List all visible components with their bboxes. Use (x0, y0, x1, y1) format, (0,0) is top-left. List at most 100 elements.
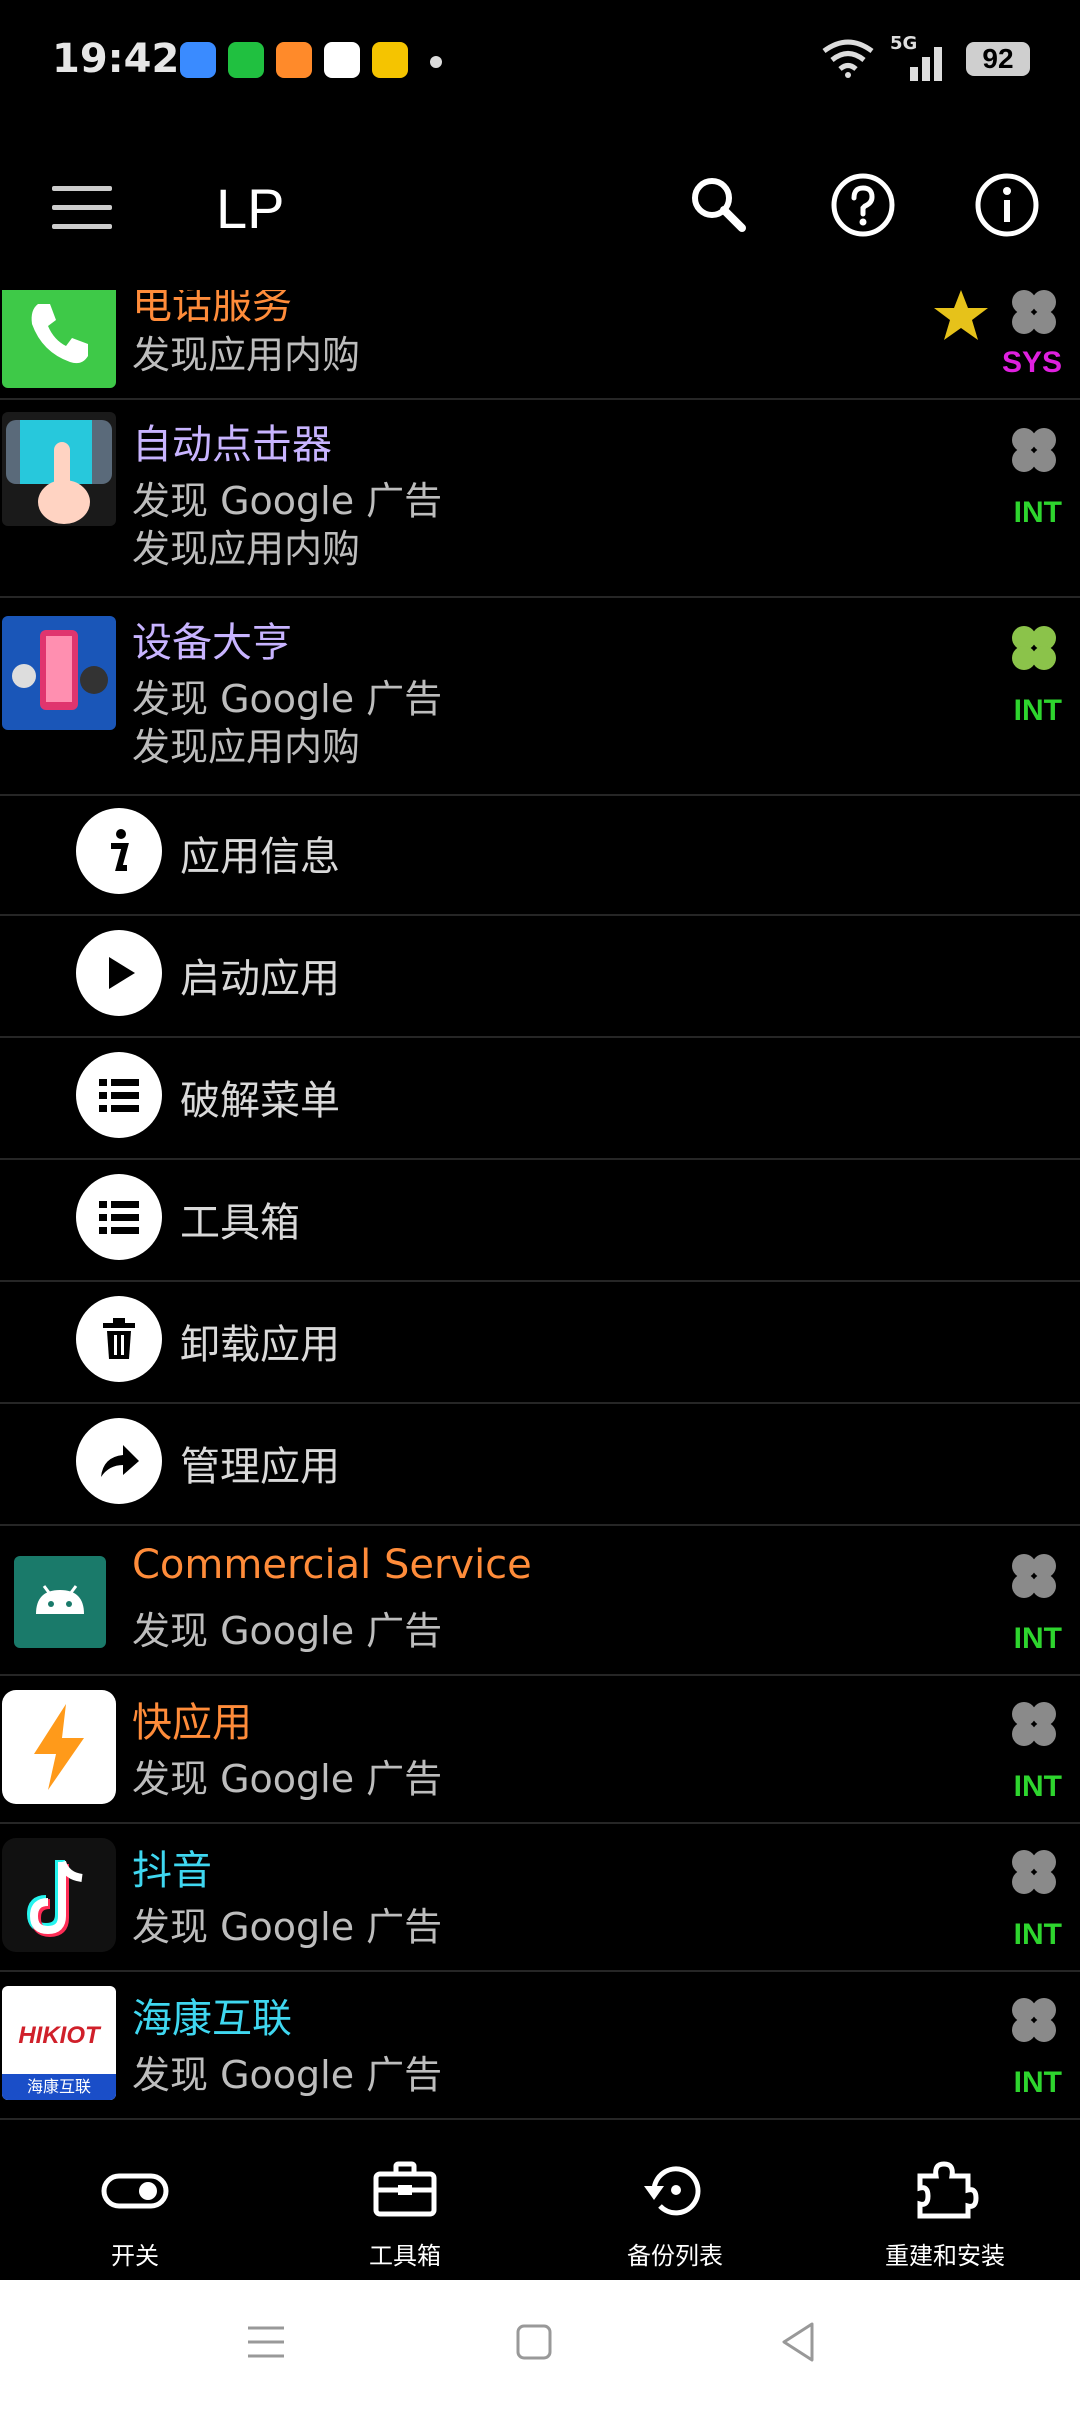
list-icon (76, 1052, 162, 1138)
bottom-navigation: 开关 工具箱 备份列表 重建和安装 (0, 2120, 1080, 2280)
share-arrow-icon (76, 1418, 162, 1504)
clover-icon (1012, 428, 1056, 472)
notification-icon (228, 42, 264, 78)
list-item[interactable]: Commercial Service 发现 Google 广告 INT (0, 1526, 1080, 1676)
more-notifications-dot (430, 56, 442, 68)
star-icon (934, 290, 988, 340)
list-icon (76, 1174, 162, 1260)
app-detail: 发现应用内购 (132, 527, 361, 571)
app-name: 设备大亨 (132, 620, 292, 666)
menu-item-launch-app[interactable]: 启动应用 (0, 916, 1080, 1038)
quick-app-icon (2, 1690, 116, 1804)
back-icon[interactable] (776, 2320, 820, 2364)
status-badge: INT (1013, 1770, 1062, 1803)
app-detail: 发现 Google 广告 (132, 1905, 443, 1949)
nav-item-backup-list[interactable]: 备份列表 (540, 2120, 810, 2280)
backup-restore-icon (644, 2166, 701, 2216)
menu-item-label: 启动应用 (180, 956, 340, 1002)
menu-item-label: 应用信息 (180, 834, 340, 880)
status-time: 19:42 (52, 36, 180, 82)
menu-item-label: 破解菜单 (180, 1078, 340, 1124)
menu-item-uninstall[interactable]: 卸载应用 (0, 1282, 1080, 1404)
status-badge: INT (1013, 1622, 1062, 1655)
app-detail: 发现 Google 广告 (132, 2053, 443, 2097)
search-icon[interactable] (684, 170, 754, 240)
hikiot-app-icon: HIKIOT 海康互联 (2, 1986, 116, 2100)
list-item[interactable]: 快应用 发现 Google 广告 INT (0, 1674, 1080, 1824)
help-icon[interactable] (828, 170, 898, 240)
menu-item-patch-menu[interactable]: 破解菜单 (0, 1038, 1080, 1160)
list-item[interactable]: 电话服务 发现应用内购 SYS (0, 290, 1080, 400)
clover-icon (1012, 626, 1056, 670)
app-detail: 发现 Google 广告 (132, 1609, 443, 1653)
app-detail: 发现应用内购 (132, 725, 361, 769)
hamburger-menu-icon[interactable] (52, 186, 112, 230)
app-name: 自动点击器 (132, 422, 332, 468)
app-detail: 发现应用内购 (132, 333, 361, 377)
puzzle-icon (917, 2161, 979, 2219)
play-icon (76, 930, 162, 1016)
list-item[interactable]: 设备大亨 发现 Google 广告 发现应用内购 INT (0, 596, 1080, 796)
notification-icon (276, 42, 312, 78)
clover-icon (1012, 1554, 1056, 1598)
app-title: LP (216, 177, 285, 240)
hikiot-logo-subtext: 海康互联 (2, 2074, 116, 2100)
status-bar: 19:42 5G 92 (0, 0, 1080, 120)
status-badge: INT (1013, 2066, 1062, 2099)
nav-label: 工具箱 (369, 2242, 441, 2270)
clover-icon (1012, 1702, 1056, 1746)
device-tycoon-app-icon (2, 616, 116, 730)
app-name: Commercial Service (132, 1542, 532, 1588)
list-item[interactable]: HIKIOT 海康互联 海康互联 发现 Google 广告 INT (0, 1970, 1080, 2120)
android-app-icon (14, 1556, 106, 1648)
status-badge: SYS (1001, 346, 1062, 379)
status-badge: INT (1013, 694, 1062, 727)
nav-item-toolbox[interactable]: 工具箱 (270, 2120, 540, 2280)
list-item[interactable]: 自动点击器 发现 Google 广告 发现应用内购 INT (0, 398, 1080, 598)
app-bar: LP (0, 140, 1080, 270)
app-detail: 发现 Google 广告 (132, 479, 443, 523)
app-list[interactable]: 电话服务 发现应用内购 SYS 自动点击器 发现 Google 广告 发现应用内… (0, 290, 1080, 2120)
nav-item-switch[interactable]: 开关 (0, 2120, 270, 2280)
menu-item-toolbox[interactable]: 工具箱 (0, 1160, 1080, 1282)
app-name: 快应用 (132, 1700, 252, 1746)
nav-label: 重建和安装 (885, 2242, 1005, 2270)
home-icon[interactable] (512, 2320, 556, 2364)
app-name: 海康互联 (132, 1996, 292, 2042)
menu-item-label: 管理应用 (180, 1444, 340, 1490)
toolbox-icon (373, 2161, 437, 2217)
nav-label: 备份列表 (627, 2242, 723, 2270)
app-detail: 发现 Google 广告 (132, 677, 443, 721)
phone-app-icon (2, 290, 116, 388)
info-icon (76, 808, 162, 894)
info-icon[interactable] (972, 170, 1042, 240)
network-type: 5G (890, 33, 918, 54)
cellular-signal-icon: 5G (890, 33, 950, 81)
list-item[interactable]: 抖音 发现 Google 广告 INT (0, 1822, 1080, 1972)
battery-indicator: 92 (966, 42, 1030, 76)
menu-item-label: 卸载应用 (180, 1322, 340, 1368)
status-badge: INT (1013, 496, 1062, 529)
clover-icon (1012, 290, 1056, 334)
menu-item-app-info[interactable]: 应用信息 (0, 794, 1080, 916)
system-navigation-bar (0, 2280, 1080, 2412)
nav-label: 开关 (111, 2242, 159, 2270)
douyin-app-icon (2, 1838, 116, 1952)
nav-item-rebuild-install[interactable]: 重建和安装 (810, 2120, 1080, 2280)
app-name: 抖音 (132, 1848, 212, 1894)
clover-icon (1012, 1998, 1056, 2042)
trash-icon (76, 1296, 162, 1382)
menu-item-manage-app[interactable]: 管理应用 (0, 1404, 1080, 1526)
wifi-icon (822, 39, 874, 78)
menu-item-label: 工具箱 (180, 1200, 300, 1246)
notification-icon (372, 42, 408, 78)
app-detail: 发现 Google 广告 (132, 1757, 443, 1801)
toggle-icon (101, 2173, 169, 2209)
status-badge: INT (1013, 1918, 1062, 1951)
notification-icon (324, 42, 360, 78)
auto-clicker-app-icon (2, 412, 116, 526)
hikiot-logo-text: HIKIOT (18, 2022, 100, 2049)
notification-icon (180, 42, 216, 78)
clover-icon (1012, 1850, 1056, 1894)
recent-apps-icon[interactable] (244, 2320, 288, 2364)
